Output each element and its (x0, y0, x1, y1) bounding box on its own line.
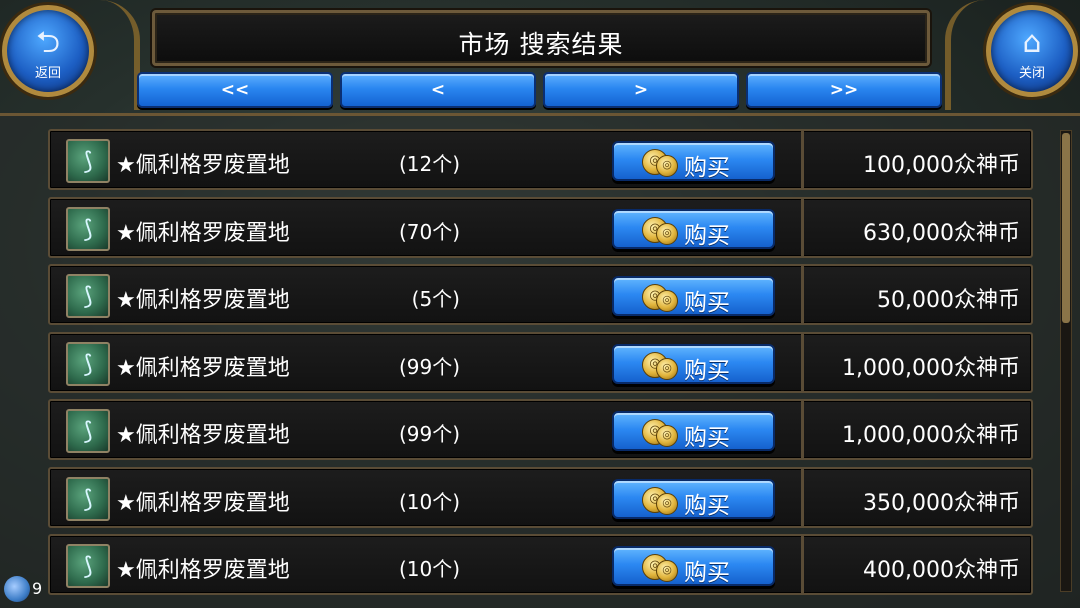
buy-label: 购买 (684, 358, 730, 384)
page-title: 市场 搜索结果 (458, 30, 624, 59)
column-divider (801, 399, 804, 460)
buy-button[interactable]: ◎ ◎ 购买 (612, 276, 775, 316)
item-quantity: (10个) (398, 557, 460, 581)
column-divider (801, 534, 804, 595)
blade-icon: ⟆ (83, 147, 93, 175)
column-divider (801, 197, 804, 258)
buy-label: 购买 (684, 223, 730, 249)
column-divider (801, 129, 804, 190)
buy-button[interactable]: ◎ ◎ 购买 (612, 141, 775, 181)
buy-label: 购买 (684, 425, 730, 451)
coin-icon: ◎ (656, 493, 678, 515)
home-icon: ⌂ (1022, 25, 1042, 60)
pagination-bar: << < > >> (137, 72, 945, 110)
item-icon: ⟆ (66, 139, 110, 183)
coin-icon: ◎ (656, 155, 678, 177)
item-quantity: (12个) (398, 152, 460, 176)
item-icon: ⟆ (66, 342, 110, 386)
buy-label: 购买 (684, 560, 730, 586)
item-icon: ⟆ (66, 274, 110, 318)
list-item: ⟆ ★佩利格罗废置地 (10个) ◎ ◎ 购买 350,000众神币 (48, 467, 1033, 528)
coin-icon: ◎ (656, 358, 678, 380)
blade-icon: ⟆ (83, 282, 93, 310)
item-price: 350,000众神币 (863, 491, 1020, 516)
back-button[interactable]: ⮌ 返回 (2, 5, 94, 97)
buy-button[interactable]: ◎ ◎ 购买 (612, 209, 775, 249)
blade-icon: ⟆ (83, 417, 93, 445)
list-item: ⟆ ★佩利格罗废置地 (12个) ◎ ◎ 购买 100,000众神币 (48, 129, 1033, 190)
prev-page-button[interactable]: < (340, 72, 536, 108)
buy-label: 购买 (684, 155, 730, 181)
status-orb-icon (4, 576, 30, 602)
buy-button[interactable]: ◎ ◎ 购买 (612, 546, 775, 586)
list-item: ⟆ ★佩利格罗废置地 (99个) ◎ ◎ 购买 1,000,000众神币 (48, 332, 1033, 393)
coin-icon: ◎ (656, 290, 678, 312)
first-page-button[interactable]: << (137, 72, 333, 108)
item-price: 400,000众神币 (863, 558, 1020, 583)
item-quantity: (10个) (398, 490, 460, 514)
item-quantity: (70个) (398, 220, 460, 244)
last-page-button[interactable]: >> (746, 72, 942, 108)
title-bar: 市场 搜索结果 (152, 10, 930, 66)
item-name: ★佩利格罗废置地 (116, 153, 290, 178)
coin-icon: ◎ (656, 223, 678, 245)
scrollbar-thumb[interactable] (1062, 133, 1070, 323)
buy-button[interactable]: ◎ ◎ 购买 (612, 344, 775, 384)
item-quantity: (99个) (398, 422, 460, 446)
list-item: ⟆ ★佩利格罗废置地 (5个) ◎ ◎ 购买 50,000众神币 (48, 264, 1033, 325)
item-price: 1,000,000众神币 (842, 356, 1020, 381)
coin-icon: ◎ (656, 560, 678, 582)
back-arrow-icon: ⮌ (35, 25, 61, 60)
close-label: 关闭 (1018, 66, 1045, 81)
coin-icon: ◎ (656, 425, 678, 447)
item-price: 630,000众神币 (863, 221, 1020, 246)
column-divider (801, 332, 804, 393)
item-name: ★佩利格罗废置地 (116, 423, 290, 448)
buy-label: 购买 (684, 493, 730, 519)
item-icon: ⟆ (66, 477, 110, 521)
buy-label: 购买 (684, 290, 730, 316)
item-price: 1,000,000众神币 (842, 423, 1020, 448)
item-name: ★佩利格罗废置地 (116, 558, 290, 583)
buy-button[interactable]: ◎ ◎ 购买 (612, 411, 775, 451)
results-panel: ⟆ ★佩利格罗废置地 (12个) ◎ ◎ 购买 100,000众神币 ⟆ ★佩利格罗废置地 (70… (0, 113, 1080, 608)
buy-button[interactable]: ◎ ◎ 购买 (612, 479, 775, 519)
list-item: ⟆ ★佩利格罗废置地 (10个) ◎ ◎ 购买 400,000众神币 (48, 534, 1033, 595)
item-quantity: (5个) (411, 287, 460, 311)
item-icon: ⟆ (66, 544, 110, 588)
blade-icon: ⟆ (83, 215, 93, 243)
item-icon: ⟆ (66, 207, 110, 251)
item-name: ★佩利格罗废置地 (116, 221, 290, 246)
item-price: 100,000众神币 (863, 153, 1020, 178)
left-ornament (88, 0, 140, 110)
item-quantity: (99个) (398, 355, 460, 379)
scrollbar[interactable] (1060, 130, 1072, 592)
item-icon: ⟆ (66, 409, 110, 453)
blade-icon: ⟆ (83, 485, 93, 513)
list-item: ⟆ ★佩利格罗废置地 (99个) ◎ ◎ 购买 1,000,000众神币 (48, 399, 1033, 460)
blade-icon: ⟆ (83, 552, 93, 580)
column-divider (801, 264, 804, 325)
item-name: ★佩利格罗废置地 (116, 288, 290, 313)
list-item: ⟆ ★佩利格罗废置地 (70个) ◎ ◎ 购买 630,000众神币 (48, 197, 1033, 258)
item-price: 50,000众神币 (877, 288, 1020, 313)
column-divider (801, 467, 804, 528)
item-name: ★佩利格罗废置地 (116, 356, 290, 381)
item-name: ★佩利格罗废置地 (116, 491, 290, 516)
next-page-button[interactable]: > (543, 72, 739, 108)
back-label: 返回 (34, 66, 61, 81)
status-badge: 9 (32, 579, 43, 598)
blade-icon: ⟆ (83, 350, 93, 378)
close-button[interactable]: ⌂ 关闭 (986, 5, 1078, 97)
